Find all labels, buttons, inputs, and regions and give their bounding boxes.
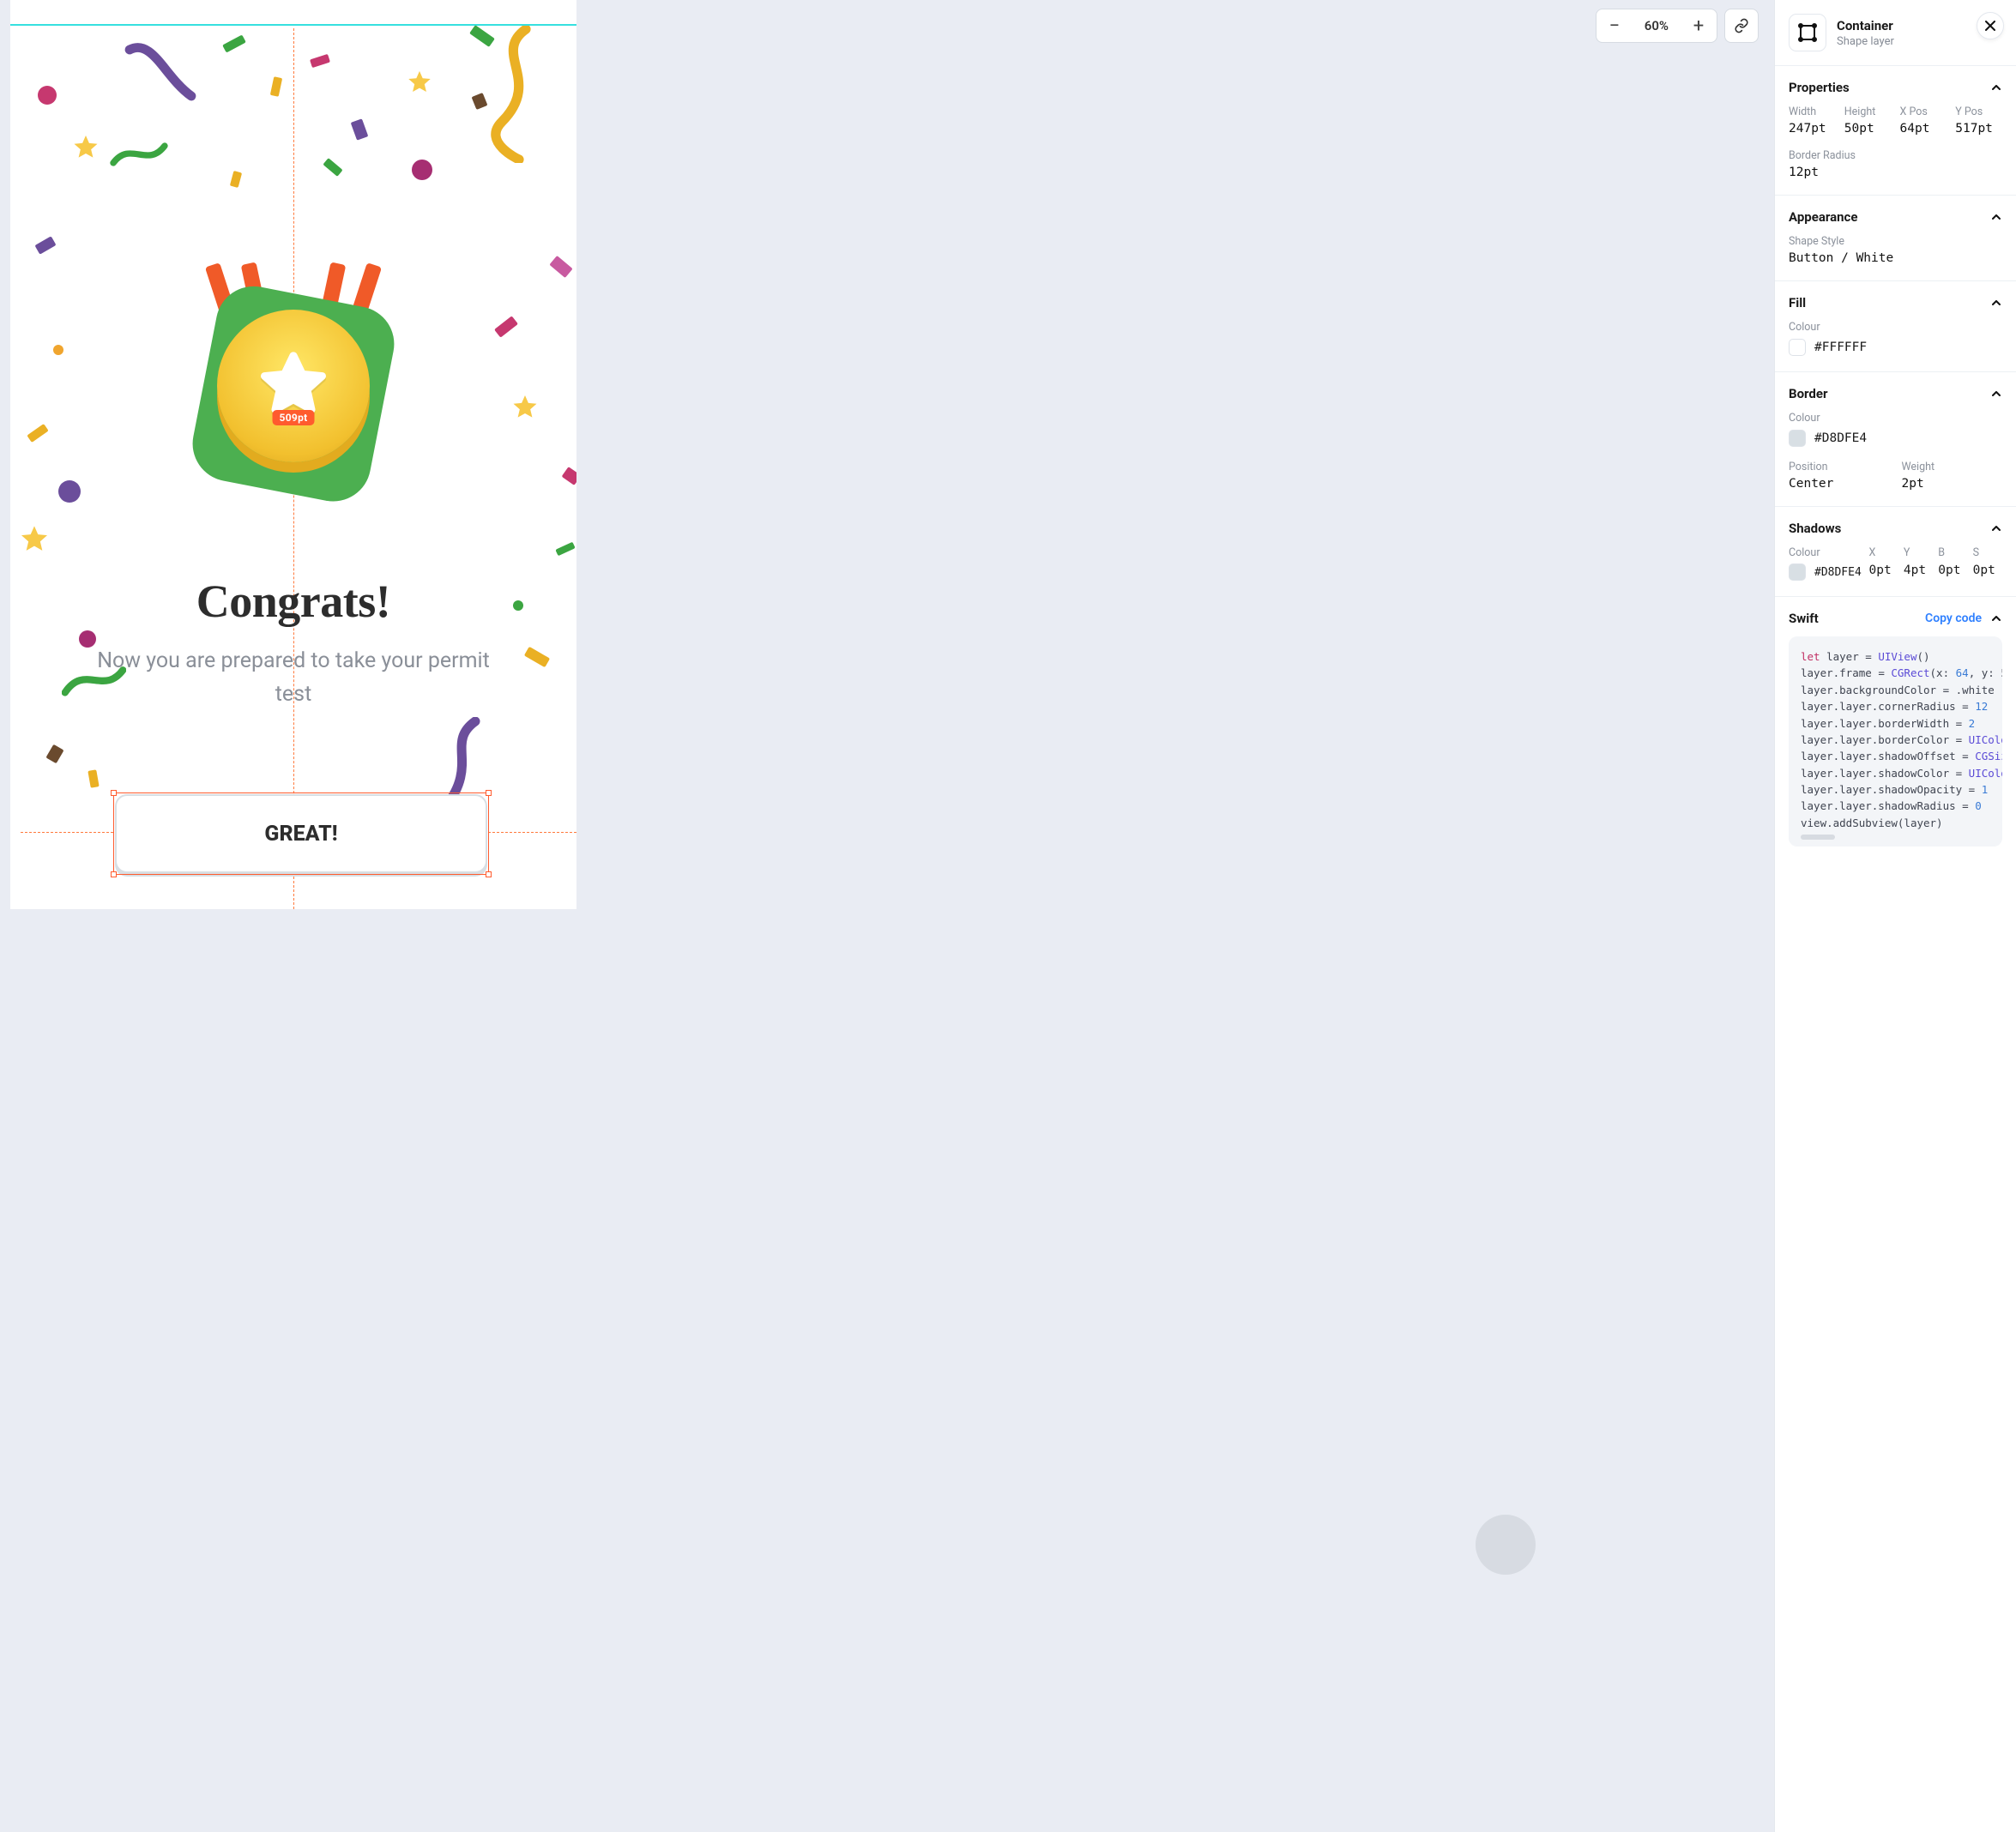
canvas-area[interactable]: − 60% + bbox=[0, 0, 1774, 1832]
artboard[interactable]: 509pt Congrats! Now you are prepared to … bbox=[10, 0, 576, 909]
section-title: Border bbox=[1789, 386, 1827, 401]
minus-icon: − bbox=[1609, 15, 1620, 37]
congrats-subtitle: Now you are prepared to take your permit… bbox=[88, 645, 499, 712]
prop-label: Shape Style bbox=[1789, 235, 2002, 248]
section-title: Appearance bbox=[1789, 209, 1857, 225]
prop-label: Height bbox=[1844, 105, 1892, 118]
properties-header[interactable]: Properties bbox=[1789, 80, 2002, 95]
section-title: Swift bbox=[1789, 611, 1819, 626]
close-button[interactable] bbox=[1977, 12, 2004, 39]
chevron-down-icon bbox=[1990, 522, 2002, 534]
colour-swatch[interactable] bbox=[1789, 339, 1806, 356]
border-header[interactable]: Border bbox=[1789, 386, 2002, 401]
measurement-tag: 509pt bbox=[273, 410, 315, 425]
prop-label: Border Radius bbox=[1789, 149, 2002, 162]
great-button[interactable]: GREAT! bbox=[115, 794, 487, 873]
colour-value[interactable]: #D8DFE4 bbox=[1814, 431, 1867, 445]
zoom-controls: − 60% + bbox=[1596, 9, 1759, 43]
border-section: Border Colour #D8DFE4 Position Center Wei… bbox=[1775, 372, 2016, 507]
colour-swatch[interactable] bbox=[1789, 430, 1806, 447]
prop-value[interactable]: 12pt bbox=[1789, 166, 2002, 179]
appearance-section: Appearance Shape Style Button / White bbox=[1775, 196, 2016, 281]
link-button[interactable] bbox=[1724, 9, 1759, 43]
layer-subtitle: Shape layer bbox=[1837, 35, 1894, 48]
background-avatar bbox=[1476, 1515, 1536, 1575]
colour-value[interactable]: #FFFFFF bbox=[1814, 340, 1867, 354]
prop-value[interactable]: 2pt bbox=[1902, 477, 2003, 491]
fill-header[interactable]: Fill bbox=[1789, 295, 2002, 310]
plus-icon: + bbox=[1693, 15, 1704, 37]
prop-value[interactable]: 517pt bbox=[1955, 122, 2002, 136]
chevron-down-icon bbox=[1990, 81, 2002, 93]
colour-swatch[interactable] bbox=[1789, 563, 1806, 581]
prop-label: S bbox=[1973, 546, 2002, 559]
shadows-section: Shadows Colour #D8DFE4 X0pt Y4pt B0pt S0… bbox=[1775, 507, 2016, 597]
selection-handle[interactable] bbox=[111, 790, 117, 796]
prop-value[interactable]: 64pt bbox=[1900, 122, 1947, 136]
prop-value[interactable]: 0pt bbox=[1973, 563, 2002, 577]
prop-label: Weight bbox=[1902, 461, 2003, 473]
prop-label: Position bbox=[1789, 461, 1890, 473]
prop-value[interactable]: Button / White bbox=[1789, 251, 2002, 265]
medal-coin bbox=[217, 310, 370, 462]
colour-value[interactable]: #D8DFE4 bbox=[1814, 566, 1862, 579]
swift-section: Swift Copy code let layer = UIView() lay… bbox=[1775, 597, 2016, 862]
prop-value[interactable]: Center bbox=[1789, 477, 1890, 491]
prop-label: Y bbox=[1904, 546, 1933, 559]
chevron-down-icon bbox=[1990, 388, 2002, 400]
selection-handle[interactable] bbox=[486, 871, 492, 877]
inspector-panel: Container Shape layer Properties Width 24… bbox=[1774, 0, 2016, 1832]
zoom-value[interactable]: 60% bbox=[1633, 18, 1681, 33]
appearance-header[interactable]: Appearance bbox=[1789, 209, 2002, 225]
great-button-label: GREAT! bbox=[264, 822, 337, 847]
prop-value[interactable]: 0pt bbox=[1938, 563, 1967, 577]
zoom-group: − 60% + bbox=[1596, 9, 1717, 43]
chevron-down-icon bbox=[1990, 211, 2002, 223]
chevron-down-icon bbox=[1990, 612, 2002, 624]
close-icon bbox=[1985, 21, 1995, 31]
prop-label: X Pos bbox=[1900, 105, 1947, 118]
selection-handle[interactable] bbox=[111, 871, 117, 877]
prop-value[interactable]: 4pt bbox=[1904, 563, 1933, 577]
prop-label: X bbox=[1869, 546, 1898, 559]
zoom-out-button[interactable]: − bbox=[1597, 9, 1633, 42]
section-title: Properties bbox=[1789, 80, 1850, 95]
prop-value[interactable]: 50pt bbox=[1844, 122, 1892, 136]
prop-label: Colour bbox=[1789, 321, 2002, 334]
code-snippet[interactable]: let layer = UIView() layer.frame = CGRec… bbox=[1789, 636, 2002, 847]
prop-value[interactable]: 0pt bbox=[1869, 563, 1898, 577]
prop-label: B bbox=[1938, 546, 1967, 559]
prop-label: Y Pos bbox=[1955, 105, 2002, 118]
shadows-header[interactable]: Shadows bbox=[1789, 521, 2002, 536]
medal-badge: 509pt bbox=[169, 257, 418, 515]
congrats-title: Congrats! bbox=[10, 575, 576, 628]
layer-type-icon bbox=[1789, 14, 1826, 51]
inspector-header: Container Shape layer bbox=[1775, 0, 2016, 66]
section-title: Shadows bbox=[1789, 521, 1841, 536]
prop-label: Colour bbox=[1789, 546, 1864, 559]
chevron-down-icon bbox=[1990, 297, 2002, 309]
prop-value[interactable]: 247pt bbox=[1789, 122, 1836, 136]
zoom-in-button[interactable]: + bbox=[1681, 9, 1717, 42]
section-title: Fill bbox=[1789, 295, 1806, 310]
layer-title: Container bbox=[1837, 18, 1894, 33]
prop-label: Colour bbox=[1789, 412, 2002, 425]
congrats-block: Congrats! Now you are prepared to take y… bbox=[10, 575, 576, 712]
link-icon bbox=[1734, 18, 1749, 33]
prop-label: Width bbox=[1789, 105, 1836, 118]
swift-header[interactable]: Swift Copy code bbox=[1789, 611, 2002, 626]
properties-section: Properties Width 247pt Height 50pt X Pos 64… bbox=[1775, 66, 2016, 196]
selection-handle[interactable] bbox=[486, 790, 492, 796]
copy-code-button[interactable]: Copy code bbox=[1925, 612, 1982, 625]
fill-section: Fill Colour #FFFFFF bbox=[1775, 281, 2016, 372]
